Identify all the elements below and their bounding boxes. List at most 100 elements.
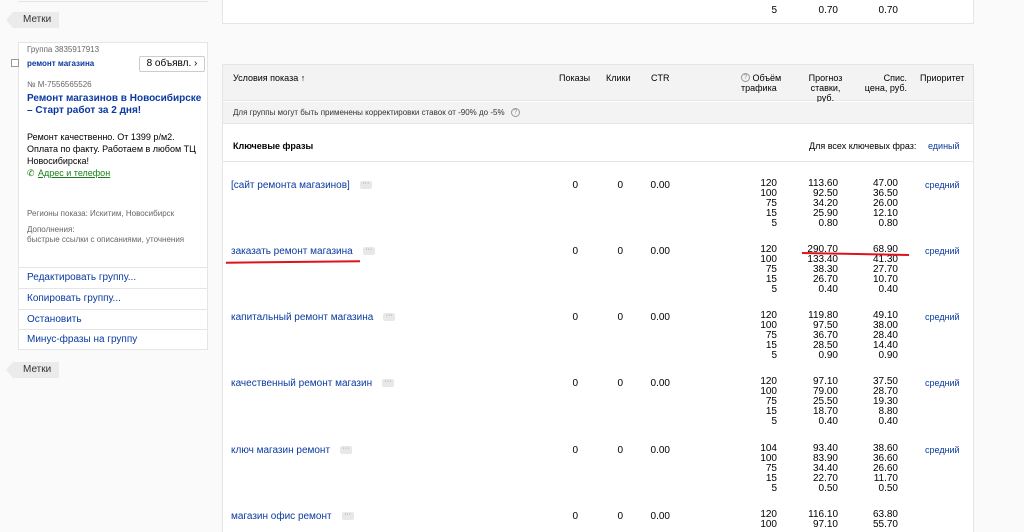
ad-id: № M-7556565526: [27, 80, 92, 89]
price-value: 0.70: [878, 5, 898, 16]
tags-button-bottom[interactable]: Метки: [5, 362, 60, 378]
keywords-table: Условия показа ↑ Показы Клики CTR ? Объё…: [222, 64, 974, 532]
phone-icon: ✆: [27, 168, 35, 178]
address-link[interactable]: ✆ Адрес и телефон: [27, 168, 110, 179]
ad-title[interactable]: Ремонт магазинов в Новосибирске – Старт …: [27, 93, 207, 117]
help-icon[interactable]: ?: [741, 73, 750, 82]
divider: [223, 161, 973, 162]
keyword-phrase[interactable]: качественный ремонт магазин ···: [231, 378, 395, 389]
keyword-text[interactable]: [сайт ремонта магазинов]: [231, 180, 350, 191]
top-divider: [18, 0, 208, 2]
keyword-text[interactable]: качественный ремонт магазин: [231, 378, 372, 389]
shows-cell: 0: [572, 312, 578, 323]
ctr-cell: 0.00: [650, 246, 670, 257]
negative-phrases-link[interactable]: Минус-фразы на группу: [19, 329, 207, 349]
ctr-cell: 0.00: [650, 180, 670, 191]
price-column: 63.80 55.70: [872, 509, 898, 530]
keyword-phrase[interactable]: капитальный ремонт магазина ···: [231, 312, 396, 323]
extras-value: быстрые ссылки с описаниями, уточнения: [27, 235, 185, 244]
forecast-column: 93.40 83.90 34.40 22.70 0.50: [812, 443, 838, 494]
forecast-column: 116.10 97.10: [808, 509, 838, 530]
ads-count-button[interactable]: 8 объявл. ›: [139, 56, 205, 72]
keyword-phrase[interactable]: заказать ремонт магазина ···: [231, 246, 375, 257]
clicks-cell: 0: [617, 312, 623, 323]
group-label: Группа 3835917913: [27, 45, 100, 54]
traffic-column: 120 100 75 15 5: [760, 376, 777, 427]
price-column: 37.50 28.70 19.30 8.80 0.40: [872, 376, 898, 427]
header-priority[interactable]: Приоритет: [920, 73, 964, 83]
keyword-text[interactable]: ключ магазин ремонт: [231, 445, 330, 456]
regions-text: Регионы показа: Искитим, Новосибирск: [27, 209, 175, 218]
clicks-cell: 0: [617, 445, 623, 456]
forecast-value: 0.70: [818, 5, 838, 16]
chevron-right-icon: ›: [194, 58, 198, 69]
ads-count-label: 8 объявл.: [146, 58, 192, 69]
shows-cell: 0: [572, 378, 578, 389]
header-forecast[interactable]: Прогноз ставки, руб.: [803, 73, 848, 103]
priority-value[interactable]: средний: [925, 312, 960, 322]
priority-value[interactable]: средний: [925, 180, 960, 190]
tags-button-top[interactable]: Метки: [5, 12, 60, 28]
keyword-phrase[interactable]: [сайт ремонта магазинов] ···: [231, 180, 372, 191]
shows-cell: 0: [572, 445, 578, 456]
price-column: 47.00 36.50 26.00 12.10 0.80: [872, 178, 898, 229]
header-traffic[interactable]: ? Объём трафика: [741, 73, 787, 93]
clicks-cell: 0: [617, 378, 623, 389]
ctr-cell: 0.00: [650, 445, 670, 456]
header-clicks[interactable]: Клики: [606, 73, 631, 83]
all-keywords-priority[interactable]: единый: [928, 141, 960, 151]
bid-adjustment-note: Для группы могут быть применены корректи…: [223, 102, 973, 124]
all-keywords-label: Для всех ключевых фраз:: [809, 141, 917, 151]
group-name[interactable]: ремонт магазина: [27, 59, 94, 68]
shows-cell: 0: [572, 180, 578, 191]
table-header: Условия показа ↑ Показы Клики CTR ? Объё…: [223, 65, 973, 103]
header-ctr[interactable]: CTR: [651, 73, 670, 83]
keywords-heading: Ключевые фразы: [233, 141, 314, 151]
keyword-phrase[interactable]: ключ магазин ремонт ···: [231, 445, 353, 456]
previous-group-table-tail: 5 0.70 0.70: [222, 0, 974, 24]
clicks-cell: 0: [617, 511, 623, 522]
stop-link[interactable]: Остановить: [19, 309, 207, 329]
priority-value[interactable]: средний: [925, 246, 960, 256]
more-icon[interactable]: ···: [341, 511, 354, 521]
priority-value[interactable]: средний: [925, 378, 960, 388]
ad-text: Ремонт качественно. От 1399 р/м2. Оплата…: [27, 132, 196, 166]
ctr-cell: 0.00: [650, 511, 670, 522]
traffic-column: 120 100 75 15 5: [760, 244, 777, 295]
traffic-column: 120 100 75 15 5: [760, 178, 777, 229]
shows-cell: 0: [572, 511, 578, 522]
traffic-column: 120 100 75 15 5: [760, 310, 777, 361]
priority-value[interactable]: средний: [925, 445, 960, 455]
more-icon[interactable]: ···: [383, 312, 396, 322]
shows-cell: 0: [572, 246, 578, 257]
extras-label: Дополнения:: [27, 225, 75, 234]
copy-group-link[interactable]: Копировать группу...: [19, 288, 207, 308]
traffic-value: 5: [771, 5, 777, 16]
more-icon[interactable]: ···: [362, 246, 375, 256]
traffic-column: 120 100: [760, 509, 777, 530]
header-price[interactable]: Спис. цена, руб.: [863, 73, 907, 93]
keyword-text[interactable]: магазин офис ремонт: [231, 511, 332, 522]
more-icon[interactable]: ···: [359, 180, 372, 190]
more-icon[interactable]: ···: [340, 445, 353, 455]
address-label: Адрес и телефон: [38, 168, 111, 178]
forecast-column: 119.80 97.50 36.70 28.50 0.90: [808, 310, 838, 361]
keyword-text[interactable]: капитальный ремонт магазина: [231, 312, 373, 323]
ctr-cell: 0.00: [650, 312, 670, 323]
ctr-cell: 0.00: [650, 378, 670, 389]
keyword-text[interactable]: заказать ремонт магазина: [231, 246, 353, 257]
traffic-column: 104 100 75 15 5: [760, 443, 777, 494]
header-shows[interactable]: Показы: [559, 73, 590, 83]
more-icon[interactable]: ···: [382, 378, 395, 388]
forecast-column: 97.10 79.00 25.50 18.70 0.40: [812, 376, 838, 427]
clicks-cell: 0: [617, 180, 623, 191]
group-checkbox[interactable]: [11, 59, 19, 67]
bid-adjustment-text: Для группы могут быть применены корректи…: [233, 108, 505, 117]
help-icon[interactable]: ?: [510, 108, 520, 118]
edit-group-link[interactable]: Редактировать группу...: [19, 267, 207, 287]
clicks-cell: 0: [617, 246, 623, 257]
keyword-phrase[interactable]: магазин офис ремонт ···: [231, 511, 354, 522]
header-conditions[interactable]: Условия показа ↑: [233, 73, 305, 83]
price-column: 38.60 36.60 26.60 11.70 0.50: [872, 443, 898, 494]
ad-group-card: Группа 3835917913 ремонт магазина 8 объя…: [11, 42, 208, 350]
